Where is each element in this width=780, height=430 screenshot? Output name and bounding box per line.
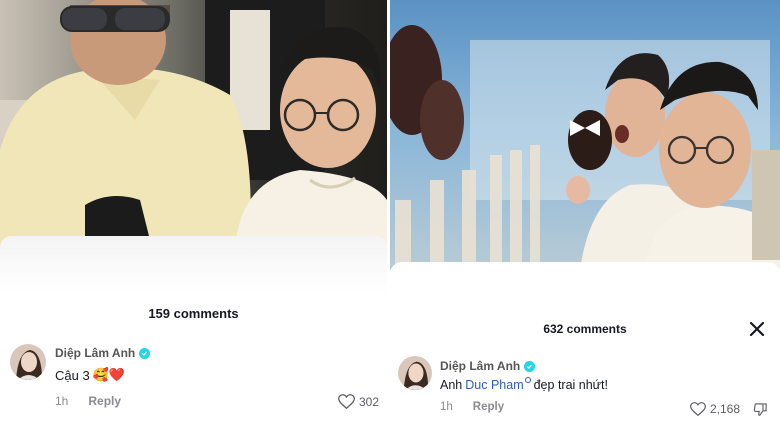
mention-link[interactable]: Duc Pham — [465, 378, 523, 392]
video-frame-left[interactable] — [0, 0, 387, 250]
comment-meta: 1h Reply — [55, 394, 150, 408]
avatar-image — [10, 344, 46, 380]
comment-text-before: Anh — [440, 378, 463, 392]
comment-text: Cậu 3 🥰❤️ — [55, 367, 150, 383]
close-button[interactable] — [748, 320, 766, 338]
avatar[interactable] — [10, 344, 46, 380]
video-scene-left — [0, 0, 387, 250]
dislike-icon — [753, 403, 767, 416]
like-count: 2,168 — [709, 402, 740, 416]
comment-meta: 1h Reply — [440, 401, 608, 413]
like-button[interactable]: 302 — [338, 394, 379, 409]
verified-icon — [139, 347, 151, 359]
comment-text: Anh Duc Pham đẹp trai nhứt! — [440, 377, 608, 392]
like-button[interactable]: 2,168 — [690, 402, 740, 416]
comment-time: 1h — [440, 401, 453, 413]
sheet-handle-area — [0, 236, 387, 296]
video-frame-right[interactable] — [390, 0, 780, 270]
comment-author[interactable]: Diệp Lâm Anh — [440, 359, 520, 373]
heart-outline-icon — [338, 394, 355, 409]
video-scene-right — [390, 0, 780, 270]
comment-author[interactable]: Diệp Lâm Anh — [55, 346, 135, 360]
comments-count: 632 comments — [543, 322, 627, 336]
comment-item: Diệp Lâm Anh Anh Duc Pham đẹp trai nhứt!… — [440, 359, 608, 413]
verified-icon — [524, 360, 536, 372]
screenshot-right: 632 comments Diệp Lâm Anh Anh Duc Pham đ… — [390, 0, 780, 430]
avatar-image — [398, 356, 432, 390]
comments-sheet-left: 159 comments Diệp Lâm Anh Cậu 3 🥰❤️ 1h R… — [0, 236, 387, 430]
comment-text-content: Cậu 3 — [55, 367, 90, 383]
comment-text-after: đẹp trai nhứt! — [533, 378, 608, 392]
comment-header: Diệp Lâm Anh — [55, 346, 151, 360]
reply-button[interactable]: Reply — [473, 401, 504, 413]
avatar[interactable] — [398, 356, 432, 390]
comment-item: Diệp Lâm Anh Cậu 3 🥰❤️ 1h Reply — [55, 346, 151, 408]
close-icon — [749, 321, 765, 337]
comment-header: Diệp Lâm Anh — [440, 359, 608, 373]
like-count: 302 — [358, 394, 379, 409]
comment-time: 1h — [55, 394, 69, 408]
screenshot-left: 159 comments Diệp Lâm Anh Cậu 3 🥰❤️ 1h R… — [0, 0, 387, 430]
reply-button[interactable]: Reply — [88, 394, 121, 408]
comments-count: 159 comments — [148, 306, 239, 321]
comments-sheet-right: 632 comments Diệp Lâm Anh Anh Duc Pham đ… — [390, 262, 780, 430]
comment-emoji: 🥰❤️ — [92, 367, 126, 382]
heart-outline-icon — [690, 402, 706, 416]
dislike-button[interactable] — [753, 402, 768, 422]
search-mini-icon — [524, 377, 531, 383]
